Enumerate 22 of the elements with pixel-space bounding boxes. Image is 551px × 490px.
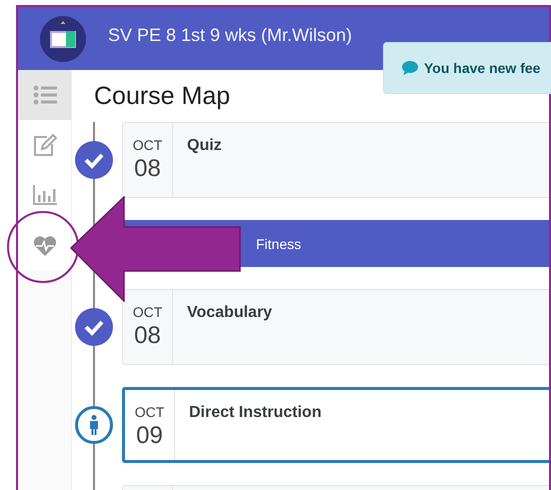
page-title: Course Map [93, 80, 232, 112]
comment-icon [402, 61, 418, 75]
date-day: 09 [136, 422, 163, 450]
edit-icon [32, 134, 56, 156]
activity-card[interactable]: OCT 09 Direct Instruction [122, 387, 549, 463]
bar-chart-icon [32, 185, 56, 205]
unit-title: Fitness [256, 236, 302, 252]
activity-card[interactable]: OCT 08 Quiz [122, 122, 549, 198]
date-month: OCT [132, 137, 162, 153]
course-title: SV PE 8 1st 9 wks (Mr.Wilson) [108, 25, 352, 46]
date-day: 08 [134, 322, 161, 350]
toast-message: You have new fee [424, 60, 540, 76]
activity-title: Quiz [187, 137, 222, 155]
date-day: 08 [134, 155, 161, 183]
activity-title: Direct Instruction [189, 404, 322, 422]
heartbeat-icon [32, 234, 56, 256]
activity-card[interactable]: OCT 08 Vocabulary [122, 289, 549, 365]
list-icon [32, 85, 56, 105]
date-month: OCT [134, 404, 164, 420]
date-month: OCT [132, 304, 162, 320]
logo-icon [40, 16, 86, 62]
activity-title: Vocabulary [187, 304, 272, 322]
